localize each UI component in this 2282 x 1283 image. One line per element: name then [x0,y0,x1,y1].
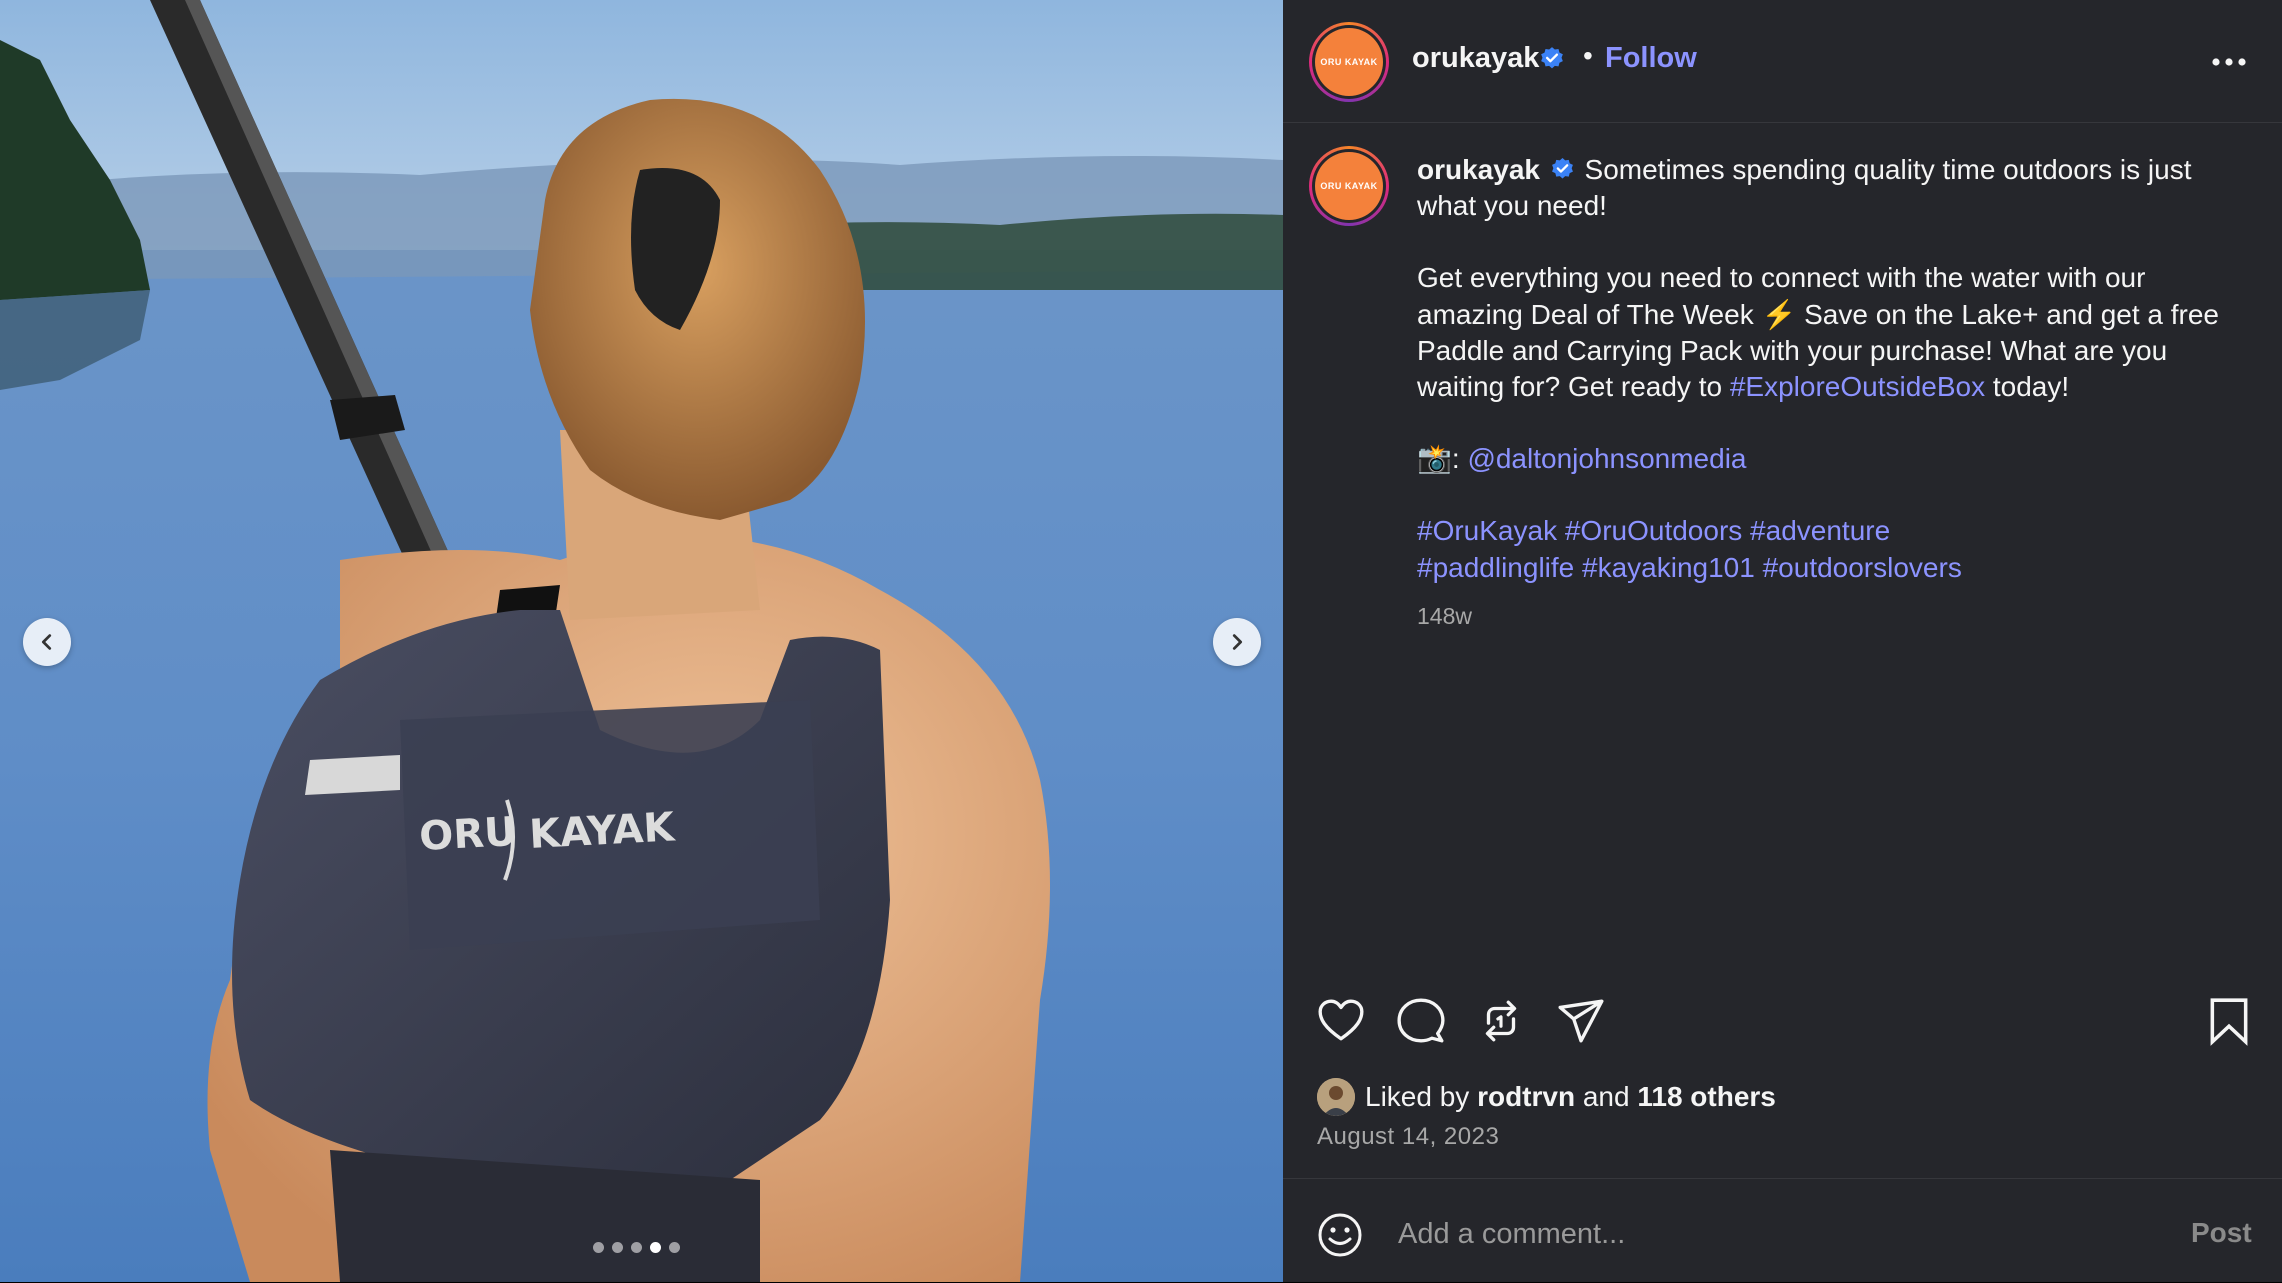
emoji-picker-button[interactable] [1316,1211,1364,1259]
author-avatar[interactable]: ORU KAYAK [1309,22,1389,102]
save-button[interactable] [2204,996,2254,1046]
caption-deal-tail: today! [1985,371,2070,403]
caption-photo-credit: 📸: @daltonjohnsonmedia [1417,441,2237,477]
chevron-left-icon [41,634,52,650]
post-header: ORU KAYAK orukayak • Follow [1283,0,2282,123]
post-side-panel: ORU KAYAK orukayak • Follow ORU KAYAK or… [1283,0,2282,1282]
camera-emoji: 📸 [1417,443,1452,475]
comment-bar: Post [1283,1178,2282,1283]
caption-age[interactable]: 148w [1417,603,1472,630]
chevron-right-icon [1232,634,1243,650]
header-separator: • [1583,40,1593,71]
carousel-dot [593,1242,604,1253]
like-button[interactable] [1316,996,1366,1046]
carousel-indicator [593,1242,680,1253]
caption-author-avatar[interactable]: ORU KAYAK [1309,146,1389,226]
credit-separator: : [1451,443,1468,475]
caption-avatar-logo-text: ORU KAYAK [1320,181,1378,191]
carousel-dot [669,1242,680,1253]
likes-summary: Liked by rodtrvn and 118 others [1317,1075,1776,1119]
share-icon [1558,999,1604,1043]
heart-icon [1318,999,1364,1041]
share-button[interactable] [1556,996,1606,1046]
carousel-next-button[interactable] [1213,618,1261,666]
vest-brand-right: KAYAK [528,804,677,858]
avatar-logo-text: ORU KAYAK [1320,57,1378,67]
post-comment-button[interactable]: Post [2191,1217,2252,1249]
verified-badge-icon [1541,47,1563,69]
emoji-icon [1318,1213,1362,1257]
post-caption: orukayak Sometimes spending quality time… [1417,152,2237,586]
comment-input[interactable] [1396,1207,2100,1261]
carousel-dot [650,1242,661,1253]
hashtag-link[interactable]: #ExploreOutsideBox [1730,371,1985,402]
carousel-dot [631,1242,642,1253]
bookmark-icon [2210,998,2248,1046]
liker-username[interactable]: rodtrvn [1477,1081,1575,1113]
liked-by-label: Liked by [1365,1081,1470,1112]
follow-button[interactable]: Follow [1605,42,1697,75]
more-options-button[interactable] [2207,44,2251,80]
carousel-prev-button[interactable] [23,618,71,666]
vest-brand-left: ORU [418,809,518,860]
comment-icon [1397,998,1445,1043]
kayaker-photo: ORU KAYAK [0,0,1283,1282]
mention-link[interactable]: @daltonjohnsonmedia [1467,443,1746,474]
hashtags-line-1[interactable]: #OruKayak #OruOutdoors #adventure [1417,513,2237,549]
repost-icon [1485,1000,1517,1042]
post-actions [1283,975,2282,1064]
comment-button[interactable] [1396,996,1446,1046]
carousel-dot [612,1242,623,1253]
liker-avatar[interactable] [1317,1078,1355,1116]
likes-others-count[interactable]: 118 others [1637,1081,1776,1113]
post-photo[interactable]: ORU KAYAK [0,0,1283,1282]
author-username[interactable]: orukayak [1412,42,1539,75]
post-date[interactable]: August 14, 2023 [1317,1123,1499,1151]
likes-and: and [1582,1081,1630,1112]
verified-badge-icon [1551,158,1573,179]
caption-line1: orukayak Sometimes spending quality time… [1417,152,2237,224]
hashtags-line-2[interactable]: #paddlinglife #kayaking101 #outdoorslove… [1417,550,2237,586]
more-icon [2212,58,2246,66]
user-avatar-icon [1317,1078,1355,1116]
repost-button[interactable] [1476,996,1526,1046]
caption-paragraph-deal: Get everything you need to connect with … [1417,260,2237,405]
caption-username[interactable]: orukayak [1417,154,1540,185]
